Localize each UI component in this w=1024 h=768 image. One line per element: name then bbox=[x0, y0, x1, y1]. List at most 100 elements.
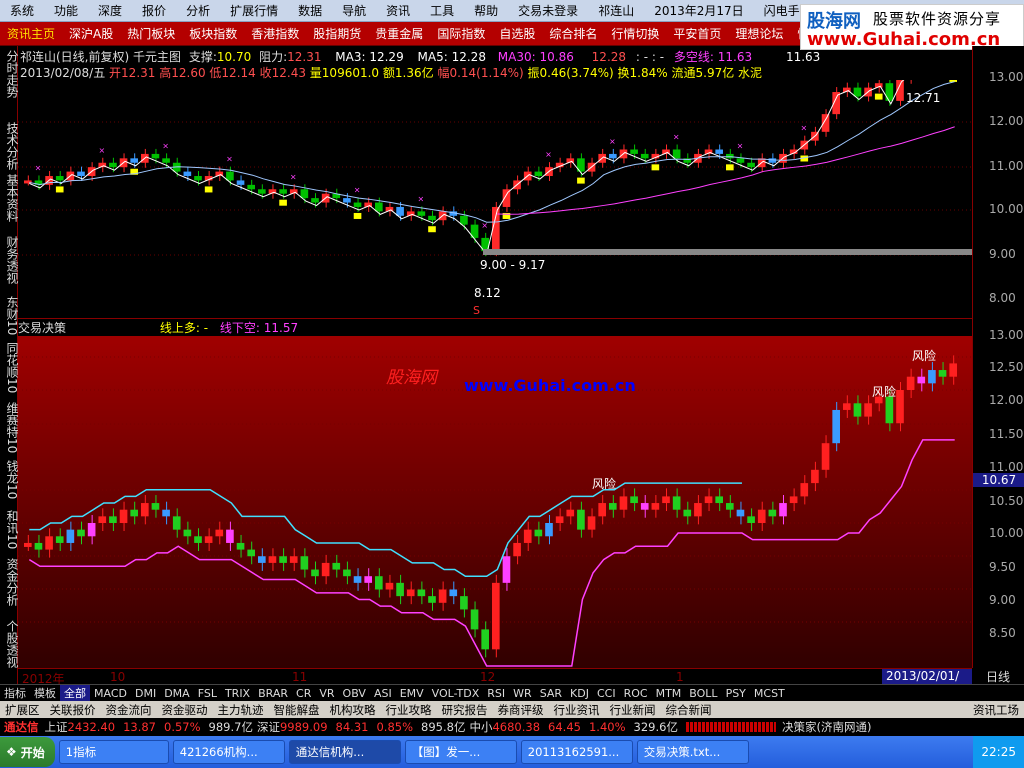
indicator-tab-5[interactable]: DMA bbox=[160, 687, 194, 700]
indicator-tab-22[interactable]: BOLL bbox=[685, 687, 721, 700]
resist-value: 12.31 bbox=[287, 50, 322, 64]
indicator-tab-11[interactable]: OBV bbox=[339, 687, 370, 700]
side-tab-2[interactable]: 基本资料 bbox=[0, 174, 19, 222]
indicator-tab-19[interactable]: CCI bbox=[593, 687, 620, 700]
side-tab-4[interactable]: 东财10 bbox=[0, 296, 19, 335]
bar-date: 2013/02/08/五 bbox=[20, 66, 106, 80]
upper-tick-2: 11.00 bbox=[989, 159, 1024, 173]
menu-item-2[interactable]: 深度 bbox=[88, 2, 132, 19]
ext-item-12[interactable]: 综合新闻 bbox=[661, 702, 717, 718]
side-tab-10[interactable]: 个股透视 bbox=[0, 620, 19, 668]
task-button-0[interactable]: 1指标 bbox=[58, 740, 169, 764]
menu-item-9[interactable]: 工具 bbox=[420, 2, 464, 19]
lower-candle-25 bbox=[289, 556, 298, 563]
upper-kline-chart[interactable]: ×××××××××××××××9.00 - 9.178.12S12.71 bbox=[18, 80, 972, 318]
indicator-tab-14[interactable]: VOL-TDX bbox=[428, 687, 484, 700]
ext-item-13[interactable]: 资讯工场 bbox=[968, 702, 1024, 718]
indicator-tab-9[interactable]: CR bbox=[292, 687, 315, 700]
support-band bbox=[483, 249, 972, 255]
task-button-1[interactable]: 421266机构... bbox=[172, 740, 285, 764]
indicator-tab-15[interactable]: RSI bbox=[483, 687, 509, 700]
start-button[interactable]: ❖ 开始 bbox=[0, 737, 55, 767]
quick-item-7[interactable]: 国际指数 bbox=[430, 25, 492, 42]
quick-item-10[interactable]: 行情切换 bbox=[604, 25, 666, 42]
side-tab-6[interactable]: 维赛特10 bbox=[0, 402, 19, 453]
indicator-tab-16[interactable]: WR bbox=[509, 687, 536, 700]
upper-cross-49: × bbox=[545, 150, 552, 159]
period-label[interactable]: 日线 bbox=[972, 668, 1024, 684]
ext-item-9[interactable]: 券商评级 bbox=[493, 702, 549, 718]
lower-candle-12 bbox=[151, 503, 160, 510]
indicator-tab-3[interactable]: MACD bbox=[90, 687, 131, 700]
side-tab-1[interactable]: 技术分析 bbox=[0, 122, 19, 170]
indicator-tab-8[interactable]: BRAR bbox=[254, 687, 292, 700]
side-tab-9[interactable]: 资金分析 bbox=[0, 558, 19, 606]
indicator-tab-18[interactable]: KDJ bbox=[566, 687, 593, 700]
indicator-tab-7[interactable]: TRIX bbox=[221, 687, 254, 700]
quick-item-1[interactable]: 深沪A股 bbox=[62, 25, 120, 42]
ext-item-7[interactable]: 行业攻略 bbox=[381, 702, 437, 718]
quick-item-6[interactable]: 贵重金属 bbox=[368, 25, 430, 42]
menu-item-12[interactable]: 祁连山 bbox=[588, 2, 644, 19]
indicator-tab-10[interactable]: VR bbox=[315, 687, 338, 700]
ext-item-4[interactable]: 主力轨迹 bbox=[213, 702, 269, 718]
side-tab-3[interactable]: 财务透视 bbox=[0, 236, 19, 284]
quick-item-8[interactable]: 自选股 bbox=[492, 25, 542, 42]
indicator-tab-2[interactable]: 全部 bbox=[60, 685, 90, 701]
quick-item-4[interactable]: 香港指数 bbox=[244, 25, 306, 42]
menu-item-8[interactable]: 资讯 bbox=[376, 2, 420, 19]
quick-item-3[interactable]: 板块指数 bbox=[182, 25, 244, 42]
decision-chart[interactable]: 股海网 www.Guhai.com.cn风险风险风险 bbox=[18, 336, 972, 668]
ext-item-1[interactable]: 关联报价 bbox=[45, 702, 101, 718]
indicator-tab-23[interactable]: PSY bbox=[722, 687, 750, 700]
indicator-tab-1[interactable]: 模板 bbox=[30, 685, 60, 701]
indicator-tab-17[interactable]: SAR bbox=[536, 687, 566, 700]
menu-item-11[interactable]: 交易未登录 bbox=[508, 2, 588, 19]
menu-item-5[interactable]: 扩展行情 bbox=[220, 2, 288, 19]
menu-item-13[interactable]: 2013年2月17日 bbox=[644, 2, 753, 19]
lower-candle-2 bbox=[45, 536, 53, 550]
task-button-2[interactable]: 通达信机构... bbox=[288, 740, 401, 764]
ext-item-5[interactable]: 智能解盘 bbox=[269, 702, 325, 718]
indicator-tab-13[interactable]: EMV bbox=[396, 687, 428, 700]
indicator-tab-24[interactable]: MCST bbox=[750, 687, 789, 700]
quick-item-0[interactable]: 资讯主页 bbox=[0, 25, 62, 42]
lower-candle-21 bbox=[247, 549, 255, 557]
menu-item-6[interactable]: 数据 bbox=[288, 2, 332, 19]
ext-item-3[interactable]: 资金驱动 bbox=[157, 702, 213, 718]
ext-item-10[interactable]: 行业资讯 bbox=[549, 702, 605, 718]
task-button-4[interactable]: 20113162591... bbox=[520, 740, 633, 764]
menu-item-1[interactable]: 功能 bbox=[44, 2, 88, 19]
side-tab-5[interactable]: 同花顺10 bbox=[0, 342, 19, 393]
quick-item-12[interactable]: 理想论坛 bbox=[728, 25, 790, 42]
task-button-5[interactable]: 交易决策.txt... bbox=[636, 740, 749, 764]
side-tab-7[interactable]: 钱龙10 bbox=[0, 460, 19, 499]
menu-item-10[interactable]: 帮助 bbox=[464, 2, 508, 19]
indicator-tab-6[interactable]: FSL bbox=[194, 687, 221, 700]
quick-item-5[interactable]: 股指期货 bbox=[306, 25, 368, 42]
ext-item-0[interactable]: 扩展区 bbox=[0, 702, 45, 718]
indicator-tab-4[interactable]: DMI bbox=[131, 687, 160, 700]
side-tab-0[interactable]: 分时走势 bbox=[0, 50, 19, 98]
menu-item-7[interactable]: 导航 bbox=[332, 2, 376, 19]
ext-item-2[interactable]: 资金流向 bbox=[101, 702, 157, 718]
indicator-tab-0[interactable]: 指标 bbox=[0, 685, 30, 701]
quick-item-2[interactable]: 热门板块 bbox=[120, 25, 182, 42]
indicator-tab-20[interactable]: ROC bbox=[620, 687, 652, 700]
lower-candle-32 bbox=[364, 576, 372, 583]
ext-item-6[interactable]: 机构攻略 bbox=[325, 702, 381, 718]
indicator-tabs: 指标 模板 全部 MACD DMI DMA FSL TRIX BRAR CR VR OBV ASI EMV… bbox=[0, 684, 1024, 701]
task-button-3[interactable]: 【图】发一... bbox=[404, 740, 517, 764]
lower-tick-1: 12.50 bbox=[989, 360, 1024, 374]
indicator-tab-21[interactable]: MTM bbox=[652, 687, 686, 700]
ext-item-8[interactable]: 研究报告 bbox=[437, 702, 493, 718]
menu-item-3[interactable]: 报价 bbox=[132, 2, 176, 19]
risk-label-2: 风险 bbox=[912, 348, 936, 363]
menu-item-4[interactable]: 分析 bbox=[176, 2, 220, 19]
ext-item-11[interactable]: 行业新闻 bbox=[605, 702, 661, 718]
menu-item-0[interactable]: 系统 bbox=[0, 2, 44, 19]
quick-item-11[interactable]: 平安首页 bbox=[666, 25, 728, 42]
side-tab-8[interactable]: 和讯10 bbox=[0, 510, 19, 549]
quick-item-9[interactable]: 综合排名 bbox=[542, 25, 604, 42]
indicator-tab-12[interactable]: ASI bbox=[370, 687, 396, 700]
